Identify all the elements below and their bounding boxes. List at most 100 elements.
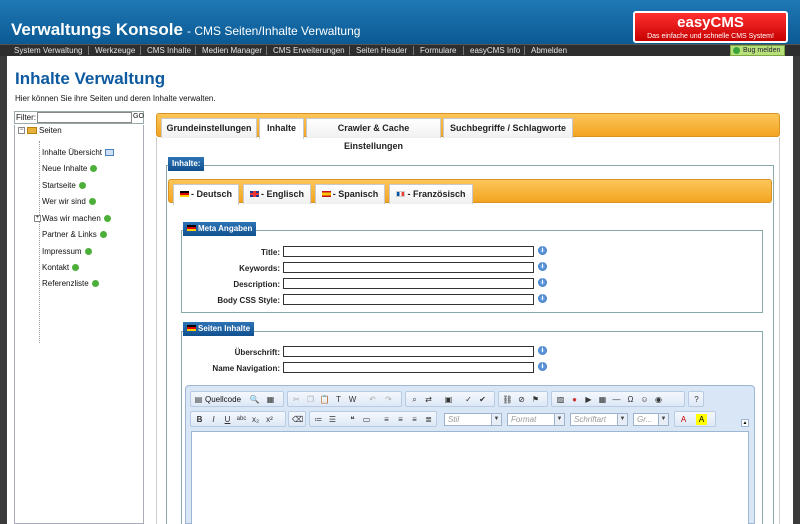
heading-input[interactable] — [283, 346, 534, 357]
style-select[interactable]: Stil ▼ — [444, 413, 502, 426]
align-center-icon[interactable]: ≡ — [395, 414, 406, 425]
lang-label: - Deutsch — [190, 189, 232, 199]
collapse-toolbar-icon[interactable]: ▲ — [741, 419, 749, 427]
tree-item-startseite[interactable]: Startseite — [42, 181, 86, 190]
smiley-icon[interactable]: ☺ — [639, 394, 650, 405]
preview-icon[interactable]: 🔍 — [249, 394, 260, 405]
bold-icon[interactable]: B — [194, 414, 205, 425]
replace-icon[interactable]: ⇄ — [423, 394, 434, 405]
nav-cms-erweiterungen[interactable]: CMS Erweiterungen — [270, 45, 345, 56]
tree-item-was-wir-machen[interactable]: Was wir machen — [42, 214, 111, 223]
lang-label: - Französisch — [407, 189, 466, 199]
tab-lang-deutsch[interactable]: - Deutsch — [173, 184, 239, 205]
div-icon[interactable]: ▭ — [361, 414, 372, 425]
cut-icon[interactable]: ✂ — [291, 394, 302, 405]
align-justify-icon[interactable]: ≣ — [423, 414, 434, 425]
blockquote-icon[interactable]: ❝ — [347, 414, 358, 425]
size-select[interactable]: Gr... ▼ — [633, 413, 669, 426]
font-select[interactable]: Schriftart ▼ — [570, 413, 628, 426]
bg-color-icon[interactable]: A — [696, 414, 707, 425]
tree-item-inhalte-uebersicht[interactable]: Inhalte Übersicht — [42, 148, 115, 157]
paste-word-icon[interactable]: W — [347, 394, 358, 405]
tree-item-label: Was wir machen — [42, 214, 101, 223]
tree-item-neue-inhalte[interactable]: Neue Inhalte — [42, 164, 98, 173]
title-input[interactable] — [283, 246, 534, 257]
nav-system-verwaltung[interactable]: System Verwaltung — [11, 45, 82, 56]
redo-icon[interactable]: ↷ — [383, 394, 394, 405]
table-icon[interactable]: ▦ — [597, 394, 608, 405]
tab-lang-franzoesisch[interactable]: - Französisch — [389, 184, 473, 204]
info-icon[interactable]: i — [538, 346, 547, 355]
strikethrough-icon[interactable]: abc — [236, 414, 247, 425]
info-icon[interactable]: i — [538, 294, 547, 303]
filter-input[interactable] — [37, 112, 132, 123]
text-color-icon[interactable]: A — [678, 414, 689, 425]
bug-report-button[interactable]: Bug melden — [730, 45, 785, 56]
nav-abmelden[interactable]: Abmelden — [528, 45, 567, 56]
align-left-icon[interactable]: ≡ — [381, 414, 392, 425]
filter-go-button[interactable]: GO — [133, 112, 144, 123]
info-icon[interactable]: i — [538, 262, 547, 271]
nav-werkzeuge[interactable]: Werkzeuge — [92, 45, 135, 56]
easycms-logo[interactable]: easyCMS Das einfache und schnelle CMS Sy… — [633, 11, 788, 43]
undo-icon[interactable]: ↶ — [367, 394, 378, 405]
tree-item-wer-wir-sind[interactable]: Wer wir sind — [42, 197, 96, 206]
format-select[interactable]: Format ▼ — [507, 413, 565, 426]
superscript-icon[interactable]: x² — [264, 414, 275, 425]
collapse-icon[interactable]: − — [18, 127, 25, 135]
description-input[interactable] — [283, 278, 534, 289]
bullet-list-icon[interactable]: ☰ — [327, 414, 338, 425]
source-icon[interactable]: ▤ — [193, 394, 204, 405]
italic-icon[interactable]: I — [208, 414, 219, 425]
numbered-list-icon[interactable]: ≔ — [313, 414, 324, 425]
special-char-icon[interactable]: Ω — [625, 394, 636, 405]
spellcheck-auto-icon[interactable]: ✔ — [477, 394, 488, 405]
align-right-icon[interactable]: ≡ — [409, 414, 420, 425]
tree-root[interactable]: − Seiten — [18, 126, 62, 135]
tab-lang-spanisch[interactable]: - Spanisch — [315, 184, 385, 204]
tree-item-referenzliste[interactable]: Referenzliste — [42, 279, 99, 288]
nav-seiten-header[interactable]: Seiten Header — [353, 45, 407, 56]
horizontal-rule-icon[interactable]: ― — [611, 394, 622, 405]
tab-suchbegriffe[interactable]: Suchbegriffe / Schlagworte — [443, 118, 573, 138]
info-icon[interactable]: i — [538, 278, 547, 287]
tree-item-partner-links[interactable]: Partner & Links — [42, 230, 107, 239]
editor-content-area[interactable] — [191, 431, 749, 524]
keywords-input[interactable] — [283, 262, 534, 273]
subscript-icon[interactable]: x₂ — [250, 414, 261, 425]
flash-icon[interactable]: ● — [569, 394, 580, 405]
link-icon[interactable]: ⛓ — [502, 394, 513, 405]
info-icon[interactable]: i — [538, 246, 547, 255]
remove-format-icon[interactable]: ⌫ — [292, 414, 303, 425]
tree-item-kontakt[interactable]: Kontakt — [42, 263, 80, 272]
anchor-icon[interactable]: ⚑ — [530, 394, 541, 405]
find-icon[interactable]: ⌕ — [409, 394, 420, 405]
copy-icon[interactable]: ❐ — [305, 394, 316, 405]
help-icon[interactable]: ? — [691, 394, 702, 405]
expand-icon[interactable]: + — [34, 215, 41, 222]
tab-inhalte[interactable]: Inhalte — [259, 118, 304, 139]
media-icon[interactable]: ▶ — [583, 394, 594, 405]
templates-icon[interactable]: ▦ — [265, 394, 276, 405]
tab-grundeinstellungen[interactable]: Grundeinstellungen — [161, 118, 257, 138]
select-all-icon[interactable]: ▣ — [443, 394, 454, 405]
tab-lang-englisch[interactable]: - Englisch — [243, 184, 311, 204]
paste-text-icon[interactable]: T — [333, 394, 344, 405]
tree-item-impressum[interactable]: Impressum — [42, 247, 92, 256]
unlink-icon[interactable]: ⊘ — [516, 394, 527, 405]
underline-icon[interactable]: U — [222, 414, 233, 425]
source-button[interactable]: Quellcode — [205, 394, 241, 405]
nav-medien-manager[interactable]: Medien Manager — [199, 45, 262, 56]
info-icon[interactable]: i — [538, 362, 547, 371]
body-css-input[interactable] — [283, 294, 534, 305]
paste-icon[interactable]: 📋 — [319, 394, 330, 405]
image-icon[interactable]: ▨ — [555, 394, 566, 405]
spellcheck-icon[interactable]: ✓ — [463, 394, 474, 405]
tab-crawler-cache[interactable]: Crawler & Cache Einstellungen — [306, 118, 441, 151]
nav-cms-inhalte[interactable]: CMS Inhalte — [144, 45, 191, 56]
field-label-keywords: Keywords: — [239, 264, 280, 273]
iframe-icon[interactable]: ◉ — [653, 394, 664, 405]
nav-name-input[interactable] — [283, 362, 534, 373]
nav-easycms-info[interactable]: easyCMS Info — [467, 45, 520, 56]
nav-formulare[interactable]: Formulare — [417, 45, 456, 56]
